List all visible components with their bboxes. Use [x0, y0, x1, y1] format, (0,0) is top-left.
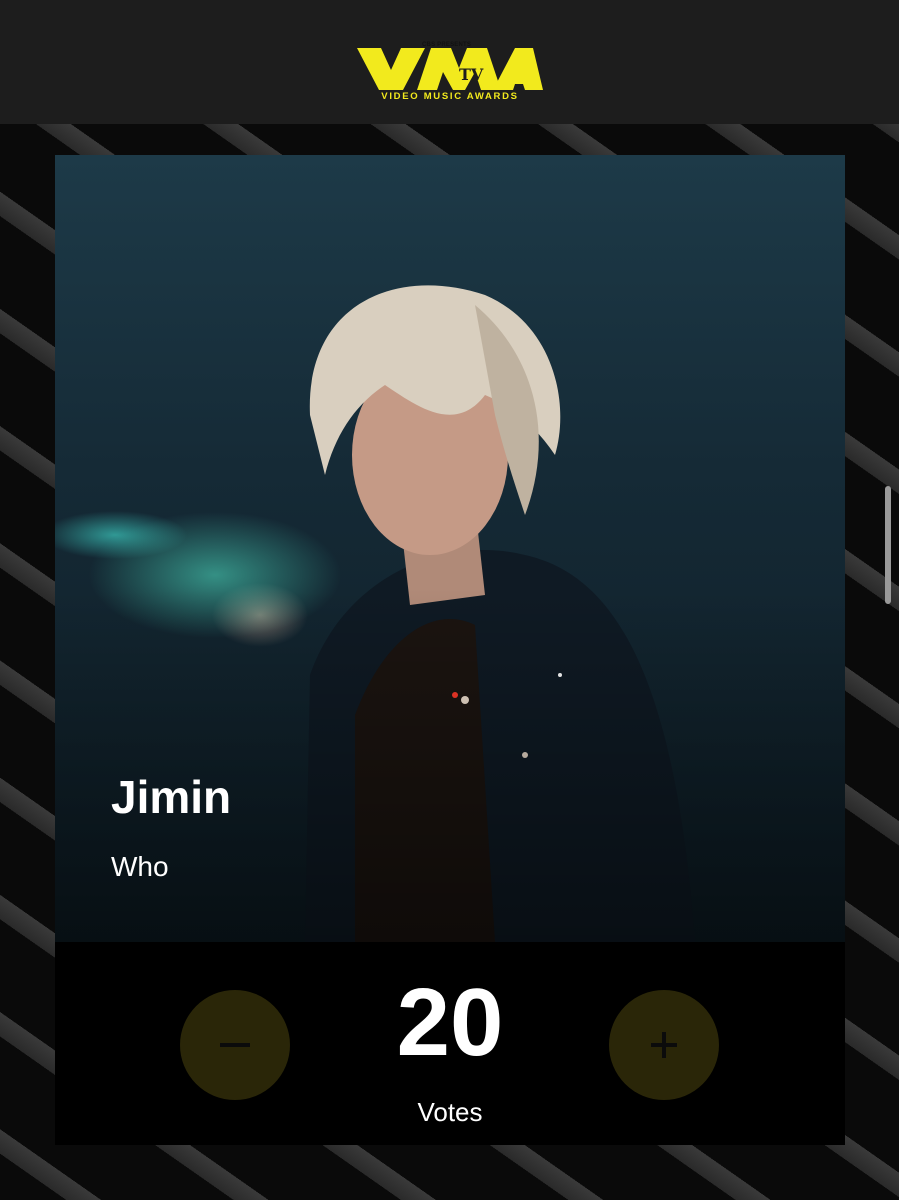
- page-scrollbar[interactable]: [885, 486, 891, 604]
- svg-text:TV: TV: [459, 65, 484, 84]
- nominee-photo: Jimin Who: [55, 155, 845, 942]
- logo-subtitle: VIDEO MUSIC AWARDS: [381, 91, 519, 102]
- nominee-card: Jimin Who 20 Votes: [55, 155, 845, 1145]
- plus-icon: [651, 1032, 677, 1058]
- votes-label: Votes: [417, 1097, 483, 1127]
- minus-icon: [220, 1043, 250, 1047]
- artist-name: Jimin: [111, 771, 232, 823]
- song-title: Who: [111, 851, 169, 882]
- vote-count: 20: [396, 969, 504, 1076]
- logo-presents-text: CBS PRESENTS: [422, 42, 472, 48]
- add-vote-button[interactable]: [609, 990, 719, 1100]
- site-header: TV CBS PRESENTS VIDEO MUSIC AWARDS: [0, 0, 899, 124]
- remove-vote-button[interactable]: [180, 990, 290, 1100]
